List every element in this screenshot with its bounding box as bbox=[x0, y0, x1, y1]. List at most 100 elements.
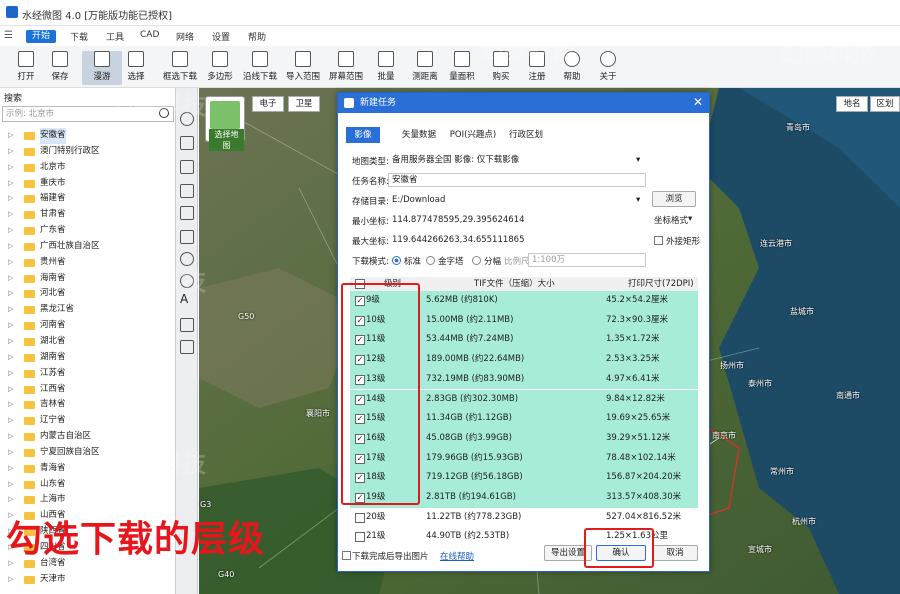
tab-vector[interactable]: 矢量数据 bbox=[396, 127, 442, 143]
province-item[interactable]: ▷ 湖北省 bbox=[0, 334, 176, 350]
province-item[interactable]: ▷ 湖南省 bbox=[0, 350, 176, 366]
menu-tools[interactable]: 工具 bbox=[106, 30, 124, 43]
import-range-button[interactable]: 导入范围 bbox=[283, 51, 323, 85]
batch-button[interactable]: 批量 bbox=[366, 51, 406, 85]
province-item[interactable]: ▷ 广西壮族自治区 bbox=[0, 239, 176, 255]
province-item[interactable]: ▷ 辽宁省 bbox=[0, 413, 176, 429]
polygon-button[interactable]: 多边形 bbox=[200, 51, 240, 85]
menu-start[interactable]: 开始 bbox=[26, 30, 56, 43]
scale-select[interactable]: 1:100万 bbox=[528, 253, 646, 267]
tab-admin-division[interactable]: 行政区划 bbox=[506, 127, 546, 143]
menu-network[interactable]: 网络 bbox=[176, 30, 194, 43]
area-draw-icon[interactable] bbox=[180, 206, 194, 220]
task-name-field[interactable]: 安徽省 bbox=[388, 173, 646, 187]
close-icon[interactable]: ✕ bbox=[693, 95, 703, 109]
province-item[interactable]: ▷ 天津市 bbox=[0, 572, 176, 588]
province-item[interactable]: ▷ 甘肃省 bbox=[0, 207, 176, 223]
tab-divisions[interactable]: 区划 bbox=[870, 96, 900, 112]
expand-arrow-icon[interactable]: ▷ bbox=[8, 334, 13, 350]
pencil-icon[interactable] bbox=[180, 160, 194, 174]
expand-arrow-icon[interactable]: ▷ bbox=[8, 318, 13, 334]
expand-arrow-icon[interactable]: ▷ bbox=[8, 350, 13, 366]
cancel-button[interactable]: 取消 bbox=[652, 545, 698, 561]
measure-distance-button[interactable]: 测距离 bbox=[405, 51, 445, 85]
tab-satellite-map[interactable]: 卫星 bbox=[288, 96, 320, 112]
level-row[interactable]: 20级 11.22TB (约778.23GB) 527.04×816.52米 bbox=[350, 508, 698, 528]
coord-format-select[interactable]: 坐标格式 bbox=[654, 214, 688, 226]
expand-arrow-icon[interactable]: ▷ bbox=[8, 144, 13, 160]
province-item[interactable]: ▷ 吉林省 bbox=[0, 397, 176, 413]
expand-arrow-icon[interactable]: ▷ bbox=[8, 160, 13, 176]
min-coord-field[interactable]: 114.877478595,29.395624614 bbox=[388, 213, 646, 227]
province-item[interactable]: ▷ 澳门特别行政区 bbox=[0, 144, 176, 160]
line-download-button[interactable]: 沿线下载 bbox=[240, 51, 280, 85]
folder-icon bbox=[24, 385, 35, 394]
map-layer-button[interactable]: 选择地图 bbox=[205, 96, 245, 151]
map-type-select[interactable]: 备用服务器全国 影像: 仅下载影像 bbox=[388, 153, 646, 167]
province-item[interactable]: ▷ 江苏省 bbox=[0, 366, 176, 382]
menu-help[interactable]: 帮助 bbox=[248, 30, 266, 43]
save-button[interactable]: 保存 bbox=[40, 51, 80, 85]
menu-cad[interactable]: CAD bbox=[140, 30, 159, 40]
tab-imagery[interactable]: 影像 bbox=[346, 127, 380, 143]
province-name: 湖南省 bbox=[40, 351, 66, 362]
expand-arrow-icon[interactable]: ▷ bbox=[8, 382, 13, 398]
province-item[interactable]: ▷ 河南省 bbox=[0, 318, 176, 334]
tab-place-names[interactable]: 地名 bbox=[836, 96, 868, 112]
expand-arrow-icon[interactable]: ▷ bbox=[8, 366, 13, 382]
expand-arrow-icon[interactable]: ▷ bbox=[8, 413, 13, 429]
level-checkbox[interactable] bbox=[355, 512, 365, 523]
expand-arrow-icon[interactable]: ▷ bbox=[8, 302, 13, 318]
mode-sheet-radio[interactable] bbox=[472, 256, 481, 265]
select-arrow-icon[interactable] bbox=[180, 136, 194, 150]
online-help-link[interactable]: 在线帮助 bbox=[440, 550, 474, 562]
province-item[interactable]: ▷ 北京市 bbox=[0, 160, 176, 176]
tab-electronic-map[interactable]: 电子 bbox=[252, 96, 284, 112]
province-item[interactable]: ▷ 安徽省 bbox=[0, 128, 176, 144]
expand-arrow-icon[interactable]: ▷ bbox=[8, 191, 13, 207]
menu-settings[interactable]: 设置 bbox=[212, 30, 230, 43]
menu-download[interactable]: 下载 bbox=[70, 30, 88, 43]
expand-arrow-icon[interactable]: ▷ bbox=[8, 223, 13, 239]
expand-arrow-icon[interactable]: ▷ bbox=[8, 445, 13, 461]
max-coord-field[interactable]: 119.644266263,34.655111865 bbox=[388, 233, 646, 247]
expand-arrow-icon[interactable]: ▷ bbox=[8, 492, 13, 508]
measure-area-button[interactable]: 量面积 bbox=[442, 51, 482, 85]
box-download-button[interactable]: 框选下载 bbox=[160, 51, 200, 85]
export-after-download-checkbox[interactable] bbox=[342, 551, 351, 560]
province-item[interactable]: ▷ 重庆市 bbox=[0, 176, 176, 192]
province-item[interactable]: ▷ 内蒙古自治区 bbox=[0, 429, 176, 445]
about-button[interactable]: 关于 bbox=[588, 51, 628, 85]
select-button[interactable]: 选择 bbox=[116, 51, 156, 85]
expand-arrow-icon[interactable]: ▷ bbox=[8, 271, 13, 287]
expand-arrow-icon[interactable]: ▷ bbox=[8, 429, 13, 445]
level-checkbox[interactable] bbox=[355, 532, 365, 543]
rectangle-icon[interactable] bbox=[180, 230, 194, 244]
province-item[interactable]: ▷ 江西省 bbox=[0, 382, 176, 398]
tab-poi[interactable]: POI(兴趣点) bbox=[446, 127, 500, 143]
expand-arrow-icon[interactable]: ▷ bbox=[8, 207, 13, 223]
province-item[interactable]: ▷ 上海市 bbox=[0, 492, 176, 508]
outer-rect-checkbox[interactable] bbox=[654, 236, 663, 245]
expand-arrow-icon[interactable]: ▷ bbox=[8, 286, 13, 302]
layers-icon[interactable] bbox=[180, 318, 194, 332]
expand-arrow-icon[interactable]: ▷ bbox=[8, 239, 13, 255]
province-item[interactable]: ▷ 福建省 bbox=[0, 191, 176, 207]
expand-arrow-icon[interactable]: ▷ bbox=[8, 477, 13, 493]
print-icon[interactable] bbox=[180, 340, 194, 354]
expand-arrow-icon[interactable]: ▷ bbox=[8, 572, 13, 588]
province-item[interactable]: ▷ 广东省 bbox=[0, 223, 176, 239]
expand-arrow-icon[interactable]: ▷ bbox=[8, 128, 13, 144]
mode-standard-radio[interactable] bbox=[392, 256, 401, 265]
browse-button[interactable]: 浏览 bbox=[652, 191, 696, 207]
mode-pyramid-radio[interactable] bbox=[426, 256, 435, 265]
expand-arrow-icon[interactable]: ▷ bbox=[8, 397, 13, 413]
hamburger-icon[interactable]: ☰ bbox=[4, 30, 13, 41]
expand-arrow-icon[interactable]: ▷ bbox=[8, 461, 13, 477]
expand-arrow-icon[interactable]: ▷ bbox=[8, 255, 13, 271]
polyline-icon[interactable] bbox=[180, 184, 194, 198]
save-dir-field[interactable]: E:/Download bbox=[388, 193, 644, 207]
expand-arrow-icon[interactable]: ▷ bbox=[8, 176, 13, 192]
screen-range-button[interactable]: 屏幕范围 bbox=[326, 51, 366, 85]
province-item[interactable]: ▷ 黑龙江省 bbox=[0, 302, 176, 318]
